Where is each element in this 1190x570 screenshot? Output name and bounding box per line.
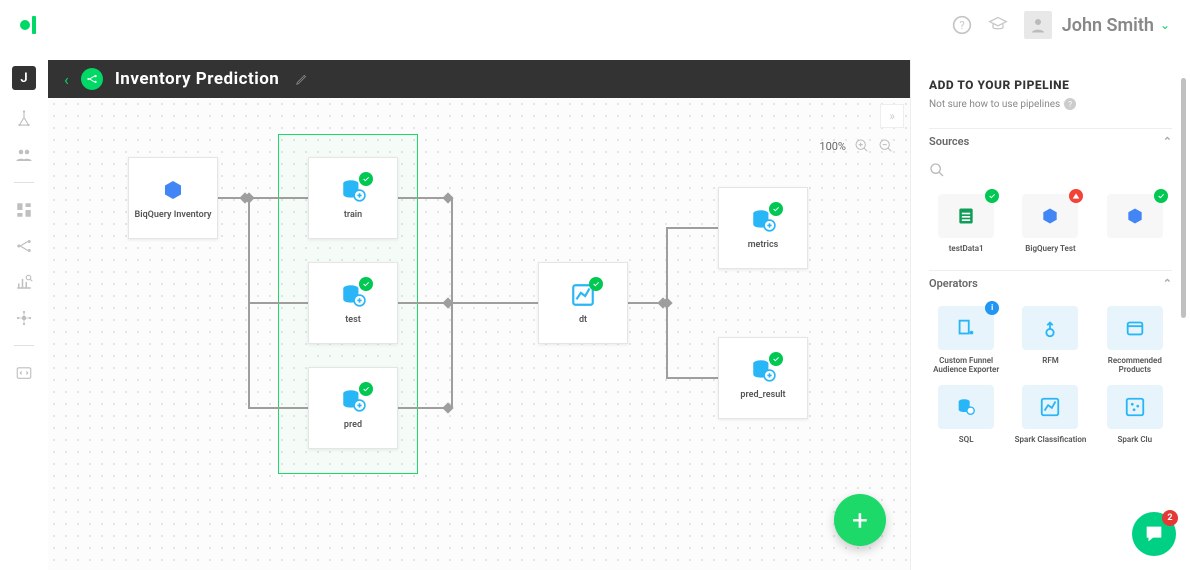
node-pred[interactable]: pred <box>308 367 398 449</box>
check-icon <box>769 352 783 366</box>
source-tile[interactable] <box>1098 194 1172 254</box>
check-icon <box>769 202 783 216</box>
node-label: train <box>344 210 362 220</box>
operator-tile[interactable]: Recommended Products <box>1098 306 1172 375</box>
tile-label: BigQuery Test <box>1025 244 1075 254</box>
chat-icon <box>1143 523 1165 545</box>
check-icon <box>359 382 373 396</box>
sql-op-icon <box>955 396 977 418</box>
workspace-header: ‹ Inventory Prediction <box>48 60 910 98</box>
workspace-title: Inventory Prediction <box>115 69 280 89</box>
scrollbar[interactable] <box>1181 78 1186 318</box>
sql-icon <box>749 206 777 234</box>
check-icon <box>359 277 373 291</box>
node-train[interactable]: train <box>308 157 398 239</box>
nav-explore-icon[interactable] <box>15 110 33 128</box>
tile-label: Custom Funnel Audience Exporter <box>929 356 1003 375</box>
nav-dashboard-icon[interactable] <box>15 201 33 219</box>
help-icon[interactable]: ? <box>1064 98 1076 110</box>
check-icon <box>589 277 603 291</box>
edit-title-icon[interactable] <box>295 72 309 86</box>
person-icon <box>1029 16 1047 34</box>
products-icon <box>1124 317 1146 339</box>
operator-tile[interactable]: SQL <box>929 385 1003 445</box>
operators-grid: i Custom Funnel Audience Exporter RFM Re… <box>929 306 1172 445</box>
classification-icon <box>569 281 597 309</box>
node-source[interactable]: BiqQuery Inventory <box>128 157 218 239</box>
bigquery-icon <box>159 176 187 204</box>
status-warn-icon <box>1069 189 1083 203</box>
panel-title: ADD TO YOUR PIPELINE <box>929 78 1172 92</box>
tile-label: testData1 <box>949 244 984 254</box>
sources-grid: testData1 BigQuery Test <box>929 194 1172 254</box>
user-menu-chevron-icon[interactable]: ⌄ <box>1160 18 1170 32</box>
operator-tile[interactable]: RFM <box>1013 306 1087 375</box>
academy-icon[interactable] <box>988 15 1008 35</box>
left-nav: J <box>0 60 48 382</box>
node-pred-result[interactable]: pred_result <box>718 337 808 419</box>
status-ok-icon <box>1154 189 1168 203</box>
node-label: BiqQuery Inventory <box>135 210 212 220</box>
node-label: metrics <box>748 240 779 250</box>
node-metrics[interactable]: metrics <box>718 187 808 269</box>
sql-icon <box>339 176 367 204</box>
nav-ml-icon[interactable] <box>15 309 33 327</box>
sql-icon <box>749 356 777 384</box>
section-operators-header[interactable]: Operators⌃ <box>929 270 1172 296</box>
brand-logo <box>20 13 44 37</box>
status-info-icon: i <box>985 301 999 315</box>
source-tile[interactable]: BigQuery Test <box>1013 194 1087 254</box>
node-test[interactable]: test <box>308 262 398 344</box>
node-label: pred_result <box>740 390 785 400</box>
nav-audience-icon[interactable] <box>15 146 33 164</box>
node-label: dt <box>579 315 587 325</box>
add-fab[interactable]: + <box>834 494 886 546</box>
nav-code-icon[interactable] <box>15 364 33 382</box>
tile-label: Spark Clu <box>1118 435 1153 445</box>
back-button[interactable]: ‹ <box>64 70 69 89</box>
nav-pipeline-icon[interactable] <box>15 237 33 255</box>
user-avatar[interactable] <box>1024 11 1052 39</box>
rfm-icon <box>1039 317 1061 339</box>
node-dt[interactable]: dt <box>538 262 628 344</box>
sql-icon <box>339 281 367 309</box>
tile-label: Recommended Products <box>1098 356 1172 375</box>
pipeline-canvas[interactable]: » 100% <box>48 98 910 570</box>
chat-count-badge: 2 <box>1162 510 1178 526</box>
cluster-op-icon <box>1124 396 1146 418</box>
status-ok-icon <box>985 189 999 203</box>
operator-tile[interactable]: Spark Classification <box>1013 385 1087 445</box>
right-panel: ADD TO YOUR PIPELINE Not sure how to use… <box>910 60 1190 570</box>
tile-label: RFM <box>1042 356 1058 366</box>
top-header: ? John Smith ⌄ <box>0 0 1190 50</box>
sql-icon <box>339 386 367 414</box>
sources-search[interactable] <box>929 154 1172 194</box>
classification-op-icon <box>1039 396 1061 418</box>
workspace-badge[interactable]: J <box>12 66 36 90</box>
tile-label: Spark Classification <box>1015 435 1087 445</box>
funnel-icon <box>955 317 977 339</box>
sheet-icon <box>956 206 976 226</box>
bigquery-icon <box>1125 206 1145 226</box>
chat-bubble[interactable]: 2 <box>1132 512 1176 556</box>
help-icon[interactable]: ? <box>952 15 972 35</box>
node-label: test <box>345 315 361 325</box>
source-tile[interactable]: testData1 <box>929 194 1003 254</box>
main-area: ‹ Inventory Prediction » 100% <box>48 60 1190 570</box>
bigquery-icon <box>1040 206 1060 226</box>
search-icon <box>929 162 945 178</box>
nav-analytics-icon[interactable] <box>15 273 33 291</box>
node-label: pred <box>344 420 362 430</box>
svg-text:?: ? <box>959 19 964 32</box>
username-label: John Smith <box>1062 15 1154 36</box>
tile-label: SQL <box>959 435 974 445</box>
panel-subtitle[interactable]: Not sure how to use pipelines ? <box>929 98 1172 110</box>
check-icon <box>359 172 373 186</box>
operator-tile[interactable]: Spark Clu <box>1098 385 1172 445</box>
operator-tile[interactable]: i Custom Funnel Audience Exporter <box>929 306 1003 375</box>
section-sources-header[interactable]: Sources⌃ <box>929 128 1172 154</box>
workspace: ‹ Inventory Prediction » 100% <box>48 60 910 570</box>
pipeline-type-icon <box>81 68 103 90</box>
